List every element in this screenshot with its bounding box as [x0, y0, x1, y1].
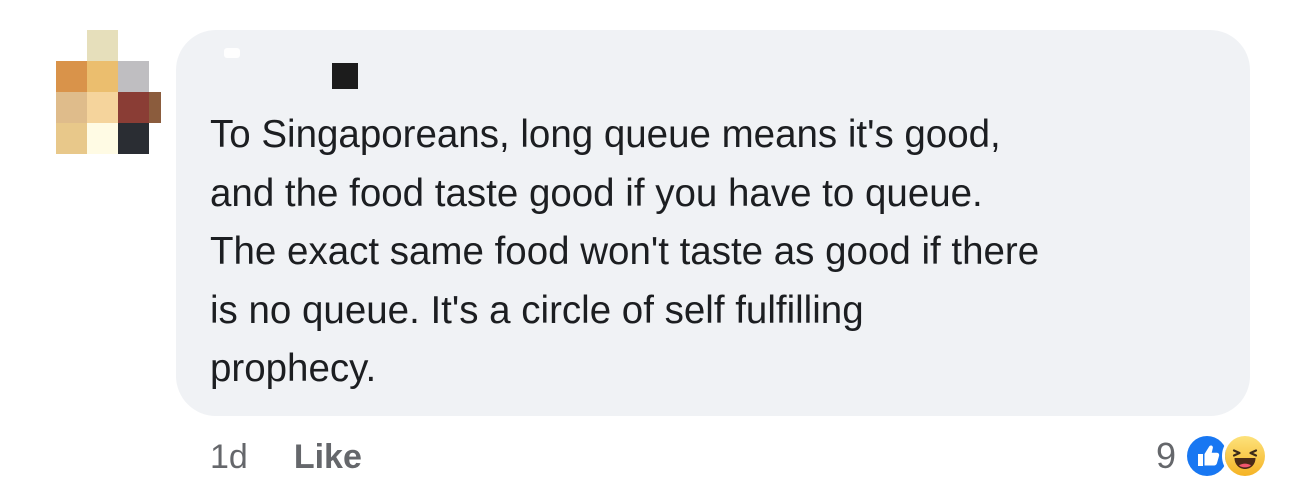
comment-thread: To Singaporeans, long queue means it's g… [0, 0, 1290, 503]
haha-icon [1222, 433, 1268, 479]
commenter-name-redacted [332, 63, 358, 89]
commenter-name-redacted-mark [224, 48, 240, 58]
comment-text: To Singaporeans, long queue means it's g… [210, 113, 1040, 390]
comment-bubble: To Singaporeans, long queue means it's g… [176, 30, 1250, 416]
reaction-summary[interactable]: 9 [1156, 428, 1268, 484]
comment-actions: 1d Like [210, 432, 362, 482]
reaction-count: 9 [1155, 435, 1176, 476]
comment-timestamp[interactable]: 1d [210, 438, 248, 477]
avatar[interactable] [56, 30, 166, 154]
like-button[interactable]: Like [294, 438, 362, 477]
